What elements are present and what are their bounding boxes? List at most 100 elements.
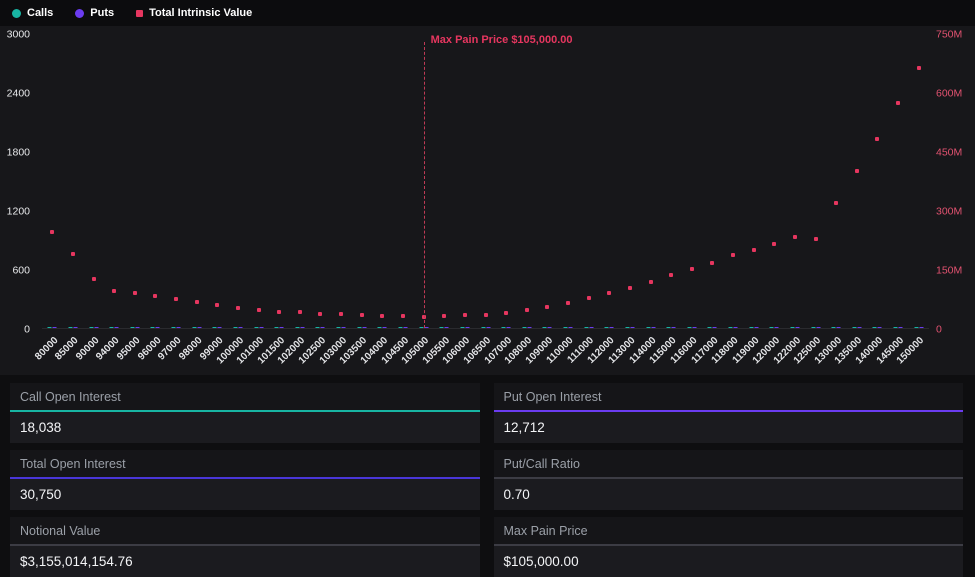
stat-value: 30,750 bbox=[10, 479, 480, 510]
intrinsic-value-dot bbox=[360, 313, 364, 317]
intrinsic-value-dot bbox=[545, 305, 549, 309]
stat-total-open-interest: Total Open Interest30,750 bbox=[10, 450, 480, 510]
bar-group bbox=[667, 327, 676, 328]
legend-item-intrinsic[interactable]: Total Intrinsic Value bbox=[136, 7, 252, 19]
right-y-axis: 0150M300M450M600M750M bbox=[931, 34, 975, 329]
call-bar bbox=[873, 327, 877, 328]
put-bar bbox=[878, 327, 882, 328]
x-axis-labels: 8000085000900009400095000960009700098000… bbox=[42, 329, 929, 375]
legend-item-puts[interactable]: Puts bbox=[75, 7, 114, 19]
put-bar bbox=[569, 327, 573, 328]
call-bar bbox=[522, 327, 526, 328]
put-bar bbox=[527, 327, 531, 328]
call-bar bbox=[295, 327, 299, 328]
call-bar bbox=[110, 327, 114, 328]
bar-group bbox=[852, 327, 861, 328]
put-bar bbox=[816, 327, 820, 328]
intrinsic-value-dot bbox=[50, 230, 54, 234]
bar-group bbox=[522, 327, 531, 328]
bar-group bbox=[110, 327, 119, 328]
bar-group bbox=[316, 327, 325, 328]
put-bar bbox=[899, 327, 903, 328]
put-bar bbox=[73, 327, 77, 328]
bar-group bbox=[749, 327, 758, 328]
stat-label: Put/Call Ratio bbox=[494, 450, 964, 477]
intrinsic-value-dot bbox=[793, 235, 797, 239]
put-bar bbox=[403, 327, 407, 328]
right-y-axis-tick: 750M bbox=[936, 29, 962, 40]
call-bar bbox=[233, 327, 237, 328]
right-y-axis-tick: 600M bbox=[936, 88, 962, 99]
intrinsic-value-dot bbox=[607, 291, 611, 295]
call-bar bbox=[130, 327, 134, 328]
legend-puts-label: Puts bbox=[90, 7, 114, 19]
bar-group bbox=[770, 327, 779, 328]
call-bar bbox=[914, 327, 918, 328]
bar-group bbox=[832, 327, 841, 328]
intrinsic-value-dot bbox=[752, 248, 756, 252]
stat-value: $105,000.00 bbox=[494, 546, 964, 577]
intrinsic-value-dot bbox=[112, 289, 116, 293]
bar-group bbox=[894, 327, 903, 328]
call-bar bbox=[357, 327, 361, 328]
intrinsic-value-dot bbox=[669, 273, 673, 277]
chart-legend: Calls Puts Total Intrinsic Value bbox=[0, 0, 975, 26]
intrinsic-value-dot bbox=[318, 312, 322, 316]
call-bar bbox=[811, 327, 815, 328]
put-bar bbox=[94, 327, 98, 328]
intrinsic-value-dot bbox=[917, 66, 921, 70]
put-bar bbox=[692, 327, 696, 328]
bar-group bbox=[729, 327, 738, 328]
call-bar bbox=[192, 327, 196, 328]
left-y-axis-tick: 2400 bbox=[7, 88, 30, 99]
legend-calls-label: Calls bbox=[27, 7, 53, 19]
bar-group bbox=[873, 327, 882, 328]
put-bar bbox=[775, 327, 779, 328]
bar-group bbox=[564, 327, 573, 328]
stat-value: 18,038 bbox=[10, 412, 480, 443]
put-bar bbox=[486, 327, 490, 328]
stat-label: Put Open Interest bbox=[494, 383, 964, 410]
bar-group bbox=[172, 327, 181, 328]
stat-label: Notional Value bbox=[10, 517, 480, 544]
put-bar bbox=[342, 327, 346, 328]
intrinsic-value-dot bbox=[896, 101, 900, 105]
right-y-axis-tick: 0 bbox=[936, 324, 942, 335]
put-bar bbox=[362, 327, 366, 328]
options-chart-panel: Calls Puts Total Intrinsic Value 0600120… bbox=[0, 0, 975, 375]
intrinsic-value-dot bbox=[133, 291, 137, 295]
call-bar bbox=[337, 327, 341, 328]
put-bar bbox=[630, 327, 634, 328]
intrinsic-value-dot bbox=[628, 286, 632, 290]
put-bar bbox=[672, 327, 676, 328]
put-bar bbox=[280, 327, 284, 328]
intrinsic-value-dot bbox=[236, 306, 240, 310]
bar-group bbox=[233, 327, 242, 328]
call-bar bbox=[770, 327, 774, 328]
stat-max-pain-price: Max Pain Price$105,000.00 bbox=[494, 517, 964, 577]
intrinsic-value-dot bbox=[195, 300, 199, 304]
stat-value: $3,155,014,154.76 bbox=[10, 546, 480, 577]
put-bar bbox=[507, 327, 511, 328]
call-bar bbox=[543, 327, 547, 328]
put-bar bbox=[734, 327, 738, 328]
bar-group bbox=[192, 327, 201, 328]
put-bar bbox=[713, 327, 717, 328]
stat-call-open-interest: Call Open Interest18,038 bbox=[10, 383, 480, 443]
legend-item-calls[interactable]: Calls bbox=[12, 7, 53, 19]
bar-group bbox=[440, 327, 449, 328]
intrinsic-legend-square-icon bbox=[136, 10, 143, 17]
intrinsic-value-dot bbox=[855, 169, 859, 173]
stats-grid: Call Open Interest18,038 Put Open Interes… bbox=[10, 383, 963, 577]
bar-group bbox=[687, 327, 696, 328]
put-bar bbox=[754, 327, 758, 328]
put-bar bbox=[156, 327, 160, 328]
intrinsic-value-dot bbox=[257, 308, 261, 312]
bar-group bbox=[151, 327, 160, 328]
intrinsic-value-dot bbox=[380, 314, 384, 318]
intrinsic-value-dot bbox=[504, 311, 508, 315]
bar-group bbox=[89, 327, 98, 328]
call-bar bbox=[151, 327, 155, 328]
bar-group bbox=[295, 327, 304, 328]
bar-group bbox=[130, 327, 139, 328]
